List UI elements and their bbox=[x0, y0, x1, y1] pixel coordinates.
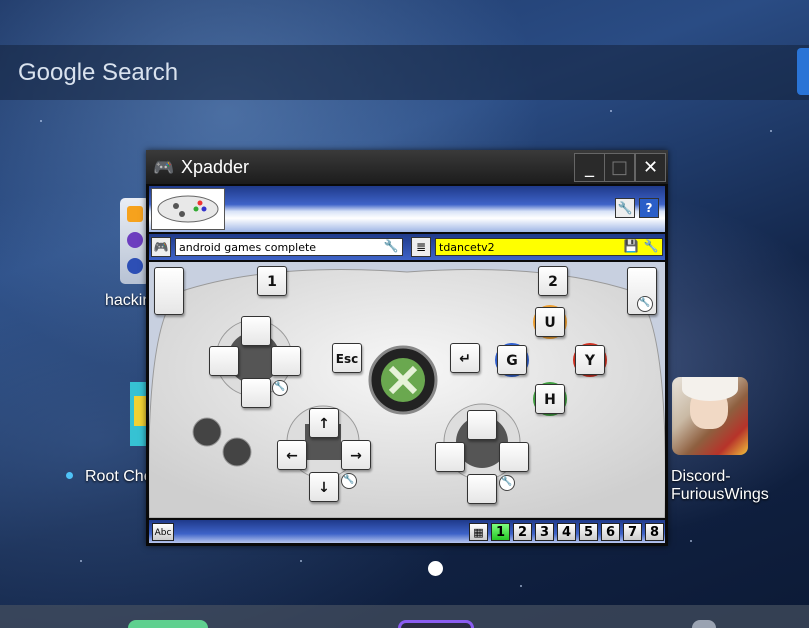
save-icon[interactable]: 💾 bbox=[623, 238, 639, 254]
title-bar[interactable]: 🎮 Xpadder _ □ ✕ bbox=[146, 150, 668, 184]
controller-thumbnail-icon bbox=[157, 195, 219, 223]
right-stick-down-key[interactable] bbox=[467, 474, 497, 504]
right-stick-left-key[interactable] bbox=[435, 442, 465, 472]
page-indicator-dot[interactable] bbox=[428, 561, 443, 576]
left-stick-up-key[interactable] bbox=[241, 316, 271, 346]
help-button[interactable]: ? bbox=[639, 198, 659, 218]
app-label-discord-furiouswings: Discord-FuriousWings bbox=[671, 468, 769, 503]
window-title: Xpadder bbox=[181, 157, 250, 177]
dpad-right-key[interactable]: → bbox=[341, 440, 371, 470]
left-stick-right-key[interactable] bbox=[271, 346, 301, 376]
controller-icon-button[interactable]: 🎮 bbox=[151, 237, 171, 257]
left-stick-settings-icon[interactable]: 🔧 bbox=[272, 380, 288, 396]
set-wrench-icon[interactable]: 🔧 bbox=[643, 238, 659, 254]
maximize-button[interactable]: □ bbox=[604, 153, 635, 182]
right-stick-right-key[interactable] bbox=[499, 442, 529, 472]
face-right-key[interactable]: Y bbox=[575, 345, 605, 375]
dock-app-icon[interactable] bbox=[128, 620, 208, 628]
left-trigger-key[interactable] bbox=[154, 267, 184, 315]
set-grid-button[interactable]: ▦ bbox=[469, 523, 488, 541]
app-label-hackin: hackin bbox=[105, 292, 152, 309]
set-button-2[interactable]: 2 bbox=[513, 523, 532, 541]
right-stick-settings-icon[interactable]: 🔧 bbox=[499, 475, 515, 491]
new-install-dot bbox=[66, 472, 73, 479]
gamepad-icon: 🎮 bbox=[153, 158, 175, 178]
set-button-6[interactable]: 6 bbox=[601, 523, 620, 541]
profile-wrench-icon[interactable]: 🔧 bbox=[383, 238, 399, 254]
start-key[interactable]: ↵ bbox=[450, 343, 480, 373]
status-bar: Abc ▦ 1 2 3 4 5 6 7 8 bbox=[149, 520, 665, 543]
face-top-key[interactable]: U bbox=[535, 307, 565, 337]
back-key[interactable]: Esc bbox=[332, 343, 362, 373]
minimize-button[interactable]: _ bbox=[574, 153, 605, 182]
xpadder-window: 🎮 Xpadder _ □ ✕ 🔧 ? 🎮 android games comp… bbox=[146, 150, 668, 546]
controller-layout-area: 🔧 1 2 🔧 Esc ↵ U G Y H ↑ ← → ↓ 🔧 🔧 bbox=[149, 262, 665, 518]
dock-app-icon[interactable] bbox=[398, 620, 474, 628]
face-left-key[interactable]: G bbox=[497, 345, 527, 375]
app-icon-discord-furiouswings[interactable] bbox=[672, 377, 748, 455]
dpad-up-key[interactable]: ↑ bbox=[309, 408, 339, 438]
set-button-7[interactable]: 7 bbox=[623, 523, 642, 541]
controller-tab[interactable] bbox=[151, 188, 225, 230]
search-side-button[interactable] bbox=[797, 48, 809, 95]
profile-bar: 🎮 android games complete 🔧 ≣ tdancetv2 💾… bbox=[149, 234, 665, 260]
dpad-left-key[interactable]: ← bbox=[277, 440, 307, 470]
dpad-settings-icon[interactable]: 🔧 bbox=[341, 473, 357, 489]
left-stick-left-key[interactable] bbox=[209, 346, 239, 376]
right-bumper-key[interactable]: 2 bbox=[538, 266, 568, 296]
left-bumper-key[interactable]: 1 bbox=[257, 266, 287, 296]
face-bottom-key[interactable]: H bbox=[535, 384, 565, 414]
controller-image bbox=[149, 269, 665, 518]
controller-tab-strip: 🔧 ? bbox=[149, 186, 665, 232]
google-search-bar[interactable]: Google Search bbox=[0, 45, 809, 100]
set-button-3[interactable]: 3 bbox=[535, 523, 554, 541]
google-search-label: Google Search bbox=[18, 59, 179, 86]
text-mode-button[interactable]: Abc bbox=[152, 523, 174, 541]
set-button-4[interactable]: 4 bbox=[557, 523, 576, 541]
dock-app-icon[interactable] bbox=[692, 620, 716, 628]
app-label-root-checker: Root Che bbox=[85, 468, 153, 485]
set-button-8[interactable]: 8 bbox=[645, 523, 664, 541]
close-button[interactable]: ✕ bbox=[635, 153, 666, 182]
right-stick-up-key[interactable] bbox=[467, 410, 497, 440]
left-stick-down-key[interactable] bbox=[241, 378, 271, 408]
profile-name-field[interactable]: android games complete bbox=[175, 238, 403, 256]
set-button-5[interactable]: 5 bbox=[579, 523, 598, 541]
right-trigger-settings-icon[interactable]: 🔧 bbox=[637, 296, 653, 312]
set-button-1[interactable]: 1 bbox=[491, 523, 510, 541]
set-list-button[interactable]: ≣ bbox=[411, 237, 431, 257]
dpad-down-key[interactable]: ↓ bbox=[309, 472, 339, 502]
settings-wrench-button[interactable]: 🔧 bbox=[615, 198, 635, 218]
